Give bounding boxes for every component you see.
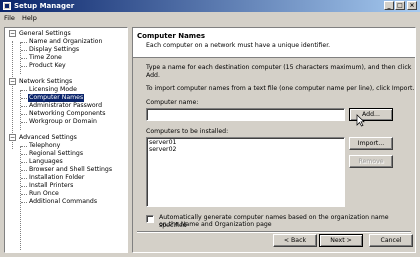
tree-item-administrator-password[interactable]: Administrator Password — [28, 102, 103, 110]
tree-item-computer-names[interactable]: Computer Names — [28, 94, 85, 102]
content-panel: Computer Names Each computer on a networ… — [132, 27, 416, 253]
collapse-advanced-icon[interactable]: − — [9, 134, 16, 141]
tree-group-network-settings[interactable]: Network Settings — [18, 78, 73, 86]
computer-name-label: Computer name: — [146, 99, 199, 106]
mouse-cursor-icon — [356, 114, 365, 127]
instructions-text-cont: Add. — [146, 72, 160, 79]
collapse-general-icon[interactable]: − — [9, 30, 16, 37]
tree-group-advanced-settings[interactable]: Advanced Settings — [18, 134, 78, 142]
tree-group-general-settings[interactable]: General Settings — [18, 30, 72, 38]
settings-tree[interactable]: − General Settings Name and Organization… — [4, 27, 128, 253]
tree-item-licensing-mode[interactable]: Licensing Mode — [28, 86, 78, 94]
back-button[interactable]: < Back — [273, 234, 317, 247]
setup-manager-icon — [3, 2, 11, 10]
tree-item-telephony[interactable]: Telephony — [28, 142, 61, 150]
tree-item-browser-and-shell-settings[interactable]: Browser and Shell Settings — [28, 166, 113, 174]
cancel-button[interactable]: Cancel — [369, 234, 413, 247]
tree-item-workgroup-or-domain[interactable]: Workgroup or Domain — [28, 118, 98, 126]
collapse-network-icon[interactable]: − — [9, 78, 16, 85]
tree-item-run-once[interactable]: Run Once — [28, 190, 60, 198]
title-bar: Setup Manager _ □ × — [0, 0, 420, 12]
menu-file[interactable]: File — [4, 14, 15, 22]
computers-list-label: Computers to be installed: — [146, 128, 229, 135]
add-button[interactable]: Add... — [349, 108, 393, 121]
tree-item-product-key[interactable]: Product Key — [28, 62, 67, 70]
next-button[interactable]: Next > — [319, 234, 363, 247]
page-header: Computer Names Each computer on a networ… — [133, 28, 415, 58]
computers-list[interactable]: server01 server02 — [146, 137, 345, 207]
import-button[interactable]: Import... — [349, 137, 393, 150]
auto-generate-label-cont: on the Name and Organization page — [159, 221, 272, 228]
computer-name-input[interactable] — [146, 108, 345, 121]
minimize-icon[interactable]: _ — [384, 1, 394, 10]
instructions-text: Type a name for each destination compute… — [146, 64, 412, 71]
page-title: Computer Names — [137, 32, 206, 40]
tree-item-name-and-organization[interactable]: Name and Organization — [28, 38, 103, 46]
tree-item-regional-settings[interactable]: Regional Settings — [28, 150, 84, 158]
tree-item-additional-commands[interactable]: Additional Commands — [28, 198, 98, 206]
maximize-icon[interactable]: □ — [395, 1, 405, 10]
menu-help[interactable]: Help — [22, 14, 37, 22]
tree-item-installation-folder[interactable]: Installation Folder — [28, 174, 85, 182]
tree-item-time-zone[interactable]: Time Zone — [28, 54, 63, 62]
tree-item-install-printers[interactable]: Install Printers — [28, 182, 74, 190]
window-title: Setup Manager — [14, 2, 75, 10]
close-icon[interactable]: × — [407, 1, 417, 10]
tree-item-languages[interactable]: Languages — [28, 158, 64, 166]
list-item[interactable]: server02 — [149, 146, 176, 153]
tree-item-networking-components[interactable]: Networking Components — [28, 110, 107, 118]
footer-divider — [137, 231, 411, 233]
import-instructions: To import computer names from a text fil… — [146, 85, 415, 92]
tree-item-display-settings[interactable]: Display Settings — [28, 46, 80, 54]
list-item[interactable]: server01 — [149, 139, 176, 146]
menu-bar: File Help — [0, 12, 420, 23]
remove-button[interactable]: Remove — [349, 155, 393, 168]
auto-generate-checkbox[interactable] — [146, 215, 154, 223]
page-description: Each computer on a network must have a u… — [146, 42, 331, 49]
